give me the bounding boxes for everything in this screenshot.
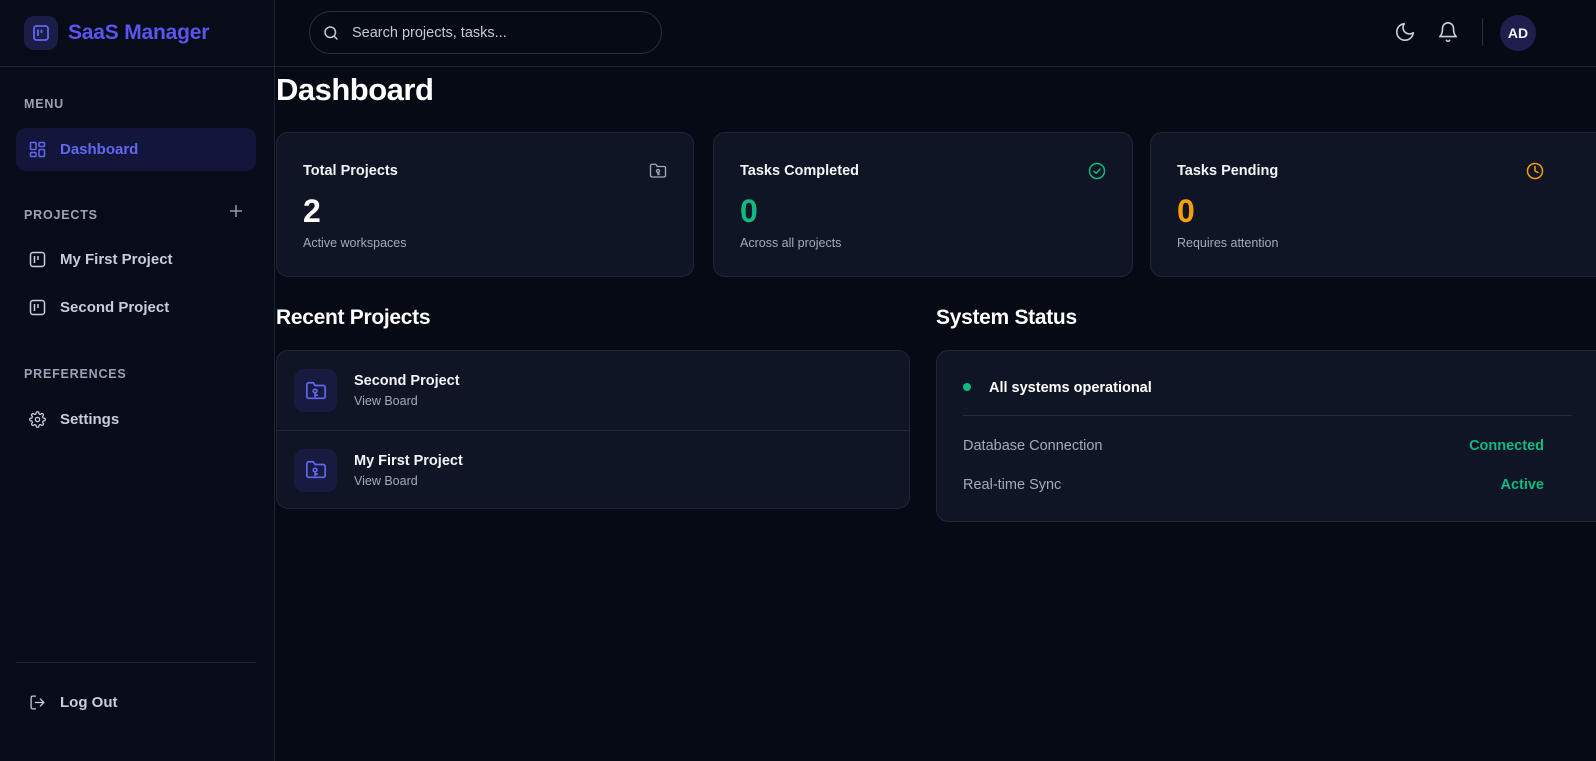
folder-icon bbox=[649, 163, 667, 178]
stat-card-tasks-pending: Tasks Pending 0 Requires attention bbox=[1150, 132, 1596, 277]
stat-subtitle: Across all projects bbox=[740, 236, 842, 250]
top-bar: AD bbox=[275, 0, 1596, 67]
stat-value: 2 bbox=[303, 193, 321, 229]
sidebar: SaaS Manager MENU Dashboard PROJECTS My … bbox=[0, 0, 275, 761]
clock-icon bbox=[1526, 162, 1544, 180]
project-name: Second Project bbox=[354, 373, 460, 389]
status-divider bbox=[963, 415, 1572, 416]
status-label: Database Connection bbox=[963, 438, 1103, 454]
stat-title: Tasks Completed bbox=[740, 163, 859, 179]
add-project-button[interactable] bbox=[228, 204, 244, 220]
search-input[interactable] bbox=[352, 24, 632, 41]
recent-projects-list: Second Project View Board My First Proje… bbox=[276, 350, 910, 509]
search-icon bbox=[324, 25, 338, 40]
logout-icon bbox=[30, 695, 45, 710]
list-item[interactable]: My First Project View Board bbox=[277, 430, 909, 508]
stat-title: Total Projects bbox=[303, 163, 398, 179]
view-board-link[interactable]: View Board bbox=[354, 474, 463, 488]
plus-icon bbox=[230, 205, 242, 217]
system-status-heading: System Status bbox=[936, 306, 1077, 329]
sidebar-item-dashboard[interactable]: Dashboard bbox=[16, 128, 256, 171]
sidebar-item-label: My First Project bbox=[60, 251, 173, 268]
bell-icon bbox=[1438, 22, 1458, 42]
sidebar-item-label: Settings bbox=[60, 411, 120, 428]
project-name: My First Project bbox=[354, 452, 463, 469]
page-title: Dashboard bbox=[276, 72, 434, 107]
user-avatar[interactable]: AD bbox=[1500, 15, 1536, 51]
sidebar-item-settings[interactable]: Settings bbox=[16, 398, 256, 441]
view-board-link[interactable]: View Board bbox=[354, 394, 460, 408]
notifications-button[interactable] bbox=[1437, 21, 1459, 43]
status-value: Connected bbox=[1469, 438, 1544, 454]
list-item[interactable]: Second Project View Board bbox=[277, 351, 909, 430]
search-box[interactable] bbox=[309, 11, 662, 54]
preferences-section-label: PREFERENCES bbox=[24, 367, 127, 381]
menu-section-label: MENU bbox=[24, 97, 65, 111]
brand[interactable]: SaaS Manager bbox=[0, 0, 274, 67]
stat-value: 0 bbox=[740, 193, 758, 229]
logout-label: Log Out bbox=[60, 694, 118, 711]
sidebar-item-label: Second Project bbox=[60, 299, 170, 316]
status-headline: All systems operational bbox=[989, 380, 1152, 396]
stat-value: 0 bbox=[1177, 193, 1195, 229]
gear-icon bbox=[29, 411, 46, 428]
status-dot-icon bbox=[963, 383, 971, 391]
header-divider bbox=[1482, 18, 1483, 46]
recent-projects-heading: Recent Projects bbox=[276, 306, 431, 329]
stat-subtitle: Requires attention bbox=[1177, 236, 1279, 250]
folder-icon bbox=[294, 369, 337, 412]
board-icon bbox=[29, 251, 46, 268]
sidebar-item-second-project[interactable]: Second Project bbox=[16, 286, 256, 329]
sidebar-divider bbox=[16, 662, 256, 663]
projects-section-label: PROJECTS bbox=[24, 208, 98, 222]
brand-name: SaaS Manager bbox=[68, 21, 210, 44]
stat-title: Tasks Pending bbox=[1177, 163, 1279, 179]
grid-icon bbox=[29, 141, 46, 158]
system-status-card: All systems operational Database Connect… bbox=[936, 350, 1596, 522]
status-label: Real-time Sync bbox=[963, 477, 1062, 493]
moon-icon bbox=[1395, 22, 1415, 42]
stat-card-total-projects: Total Projects 2 Active workspaces bbox=[276, 132, 694, 277]
folder-icon bbox=[294, 448, 337, 492]
logout-button[interactable]: Log Out bbox=[16, 681, 256, 724]
sidebar-item-my-first-project[interactable]: My First Project bbox=[16, 238, 256, 281]
stat-subtitle: Active workspaces bbox=[303, 236, 407, 250]
stat-card-tasks-completed: Tasks Completed 0 Across all projects bbox=[713, 132, 1133, 277]
sidebar-item-label: Dashboard bbox=[60, 141, 139, 158]
check-circle-icon bbox=[1088, 162, 1106, 180]
theme-toggle-button[interactable] bbox=[1394, 21, 1416, 43]
board-icon bbox=[29, 299, 46, 316]
status-value: Active bbox=[1500, 477, 1544, 493]
brand-logo-icon bbox=[24, 16, 58, 50]
